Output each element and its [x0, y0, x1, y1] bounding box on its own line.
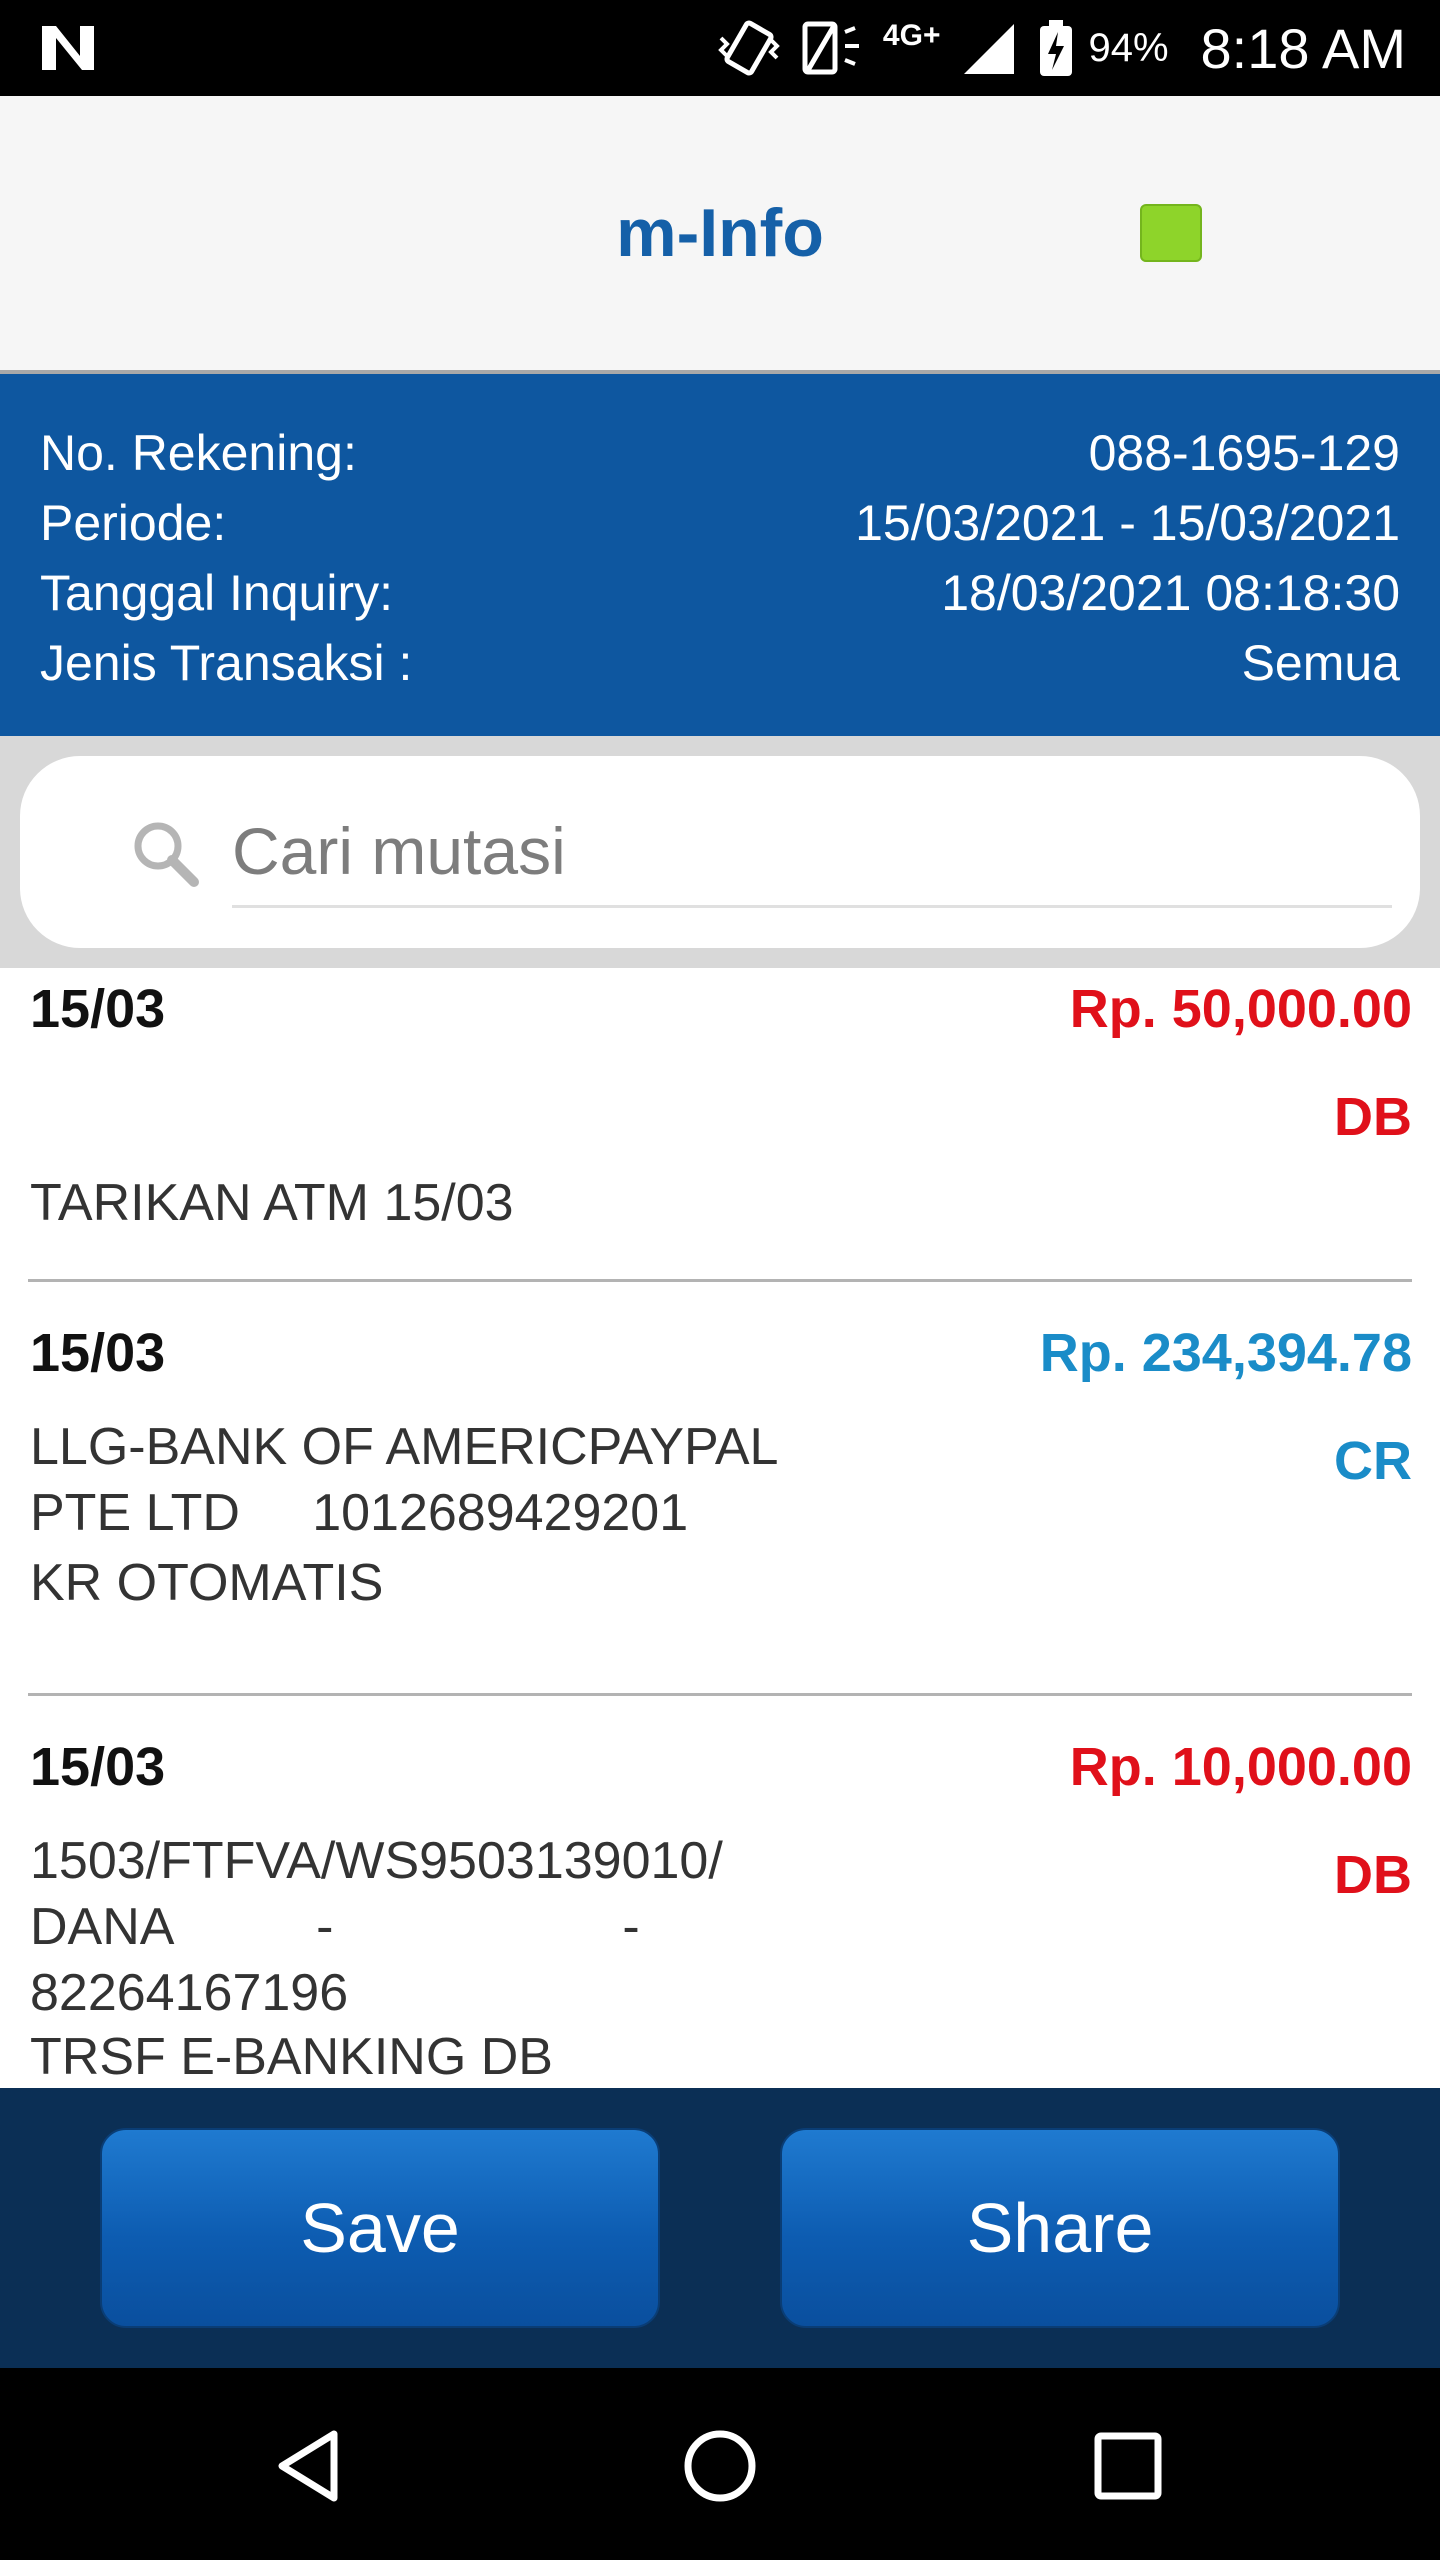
period-label: Periode:	[40, 495, 227, 551]
description-line: 82264167196	[30, 1964, 349, 2022]
description-line: 1503/FTFVA/WS9503139010/	[30, 1832, 723, 1890]
page-title: m-Info	[616, 195, 824, 271]
battery-percent: 94%	[1088, 25, 1169, 70]
transaction-type-badge: DB	[1334, 1845, 1412, 1905]
transaction-note: TRSF E-BANKING DB	[30, 2028, 553, 2086]
transaction-item[interactable]: 15/03 Rp. 50,000.00 DB TARIKAN ATM 15/03	[28, 968, 1412, 1282]
vibrate-icon	[718, 20, 780, 76]
action-bar: Save Share	[0, 2088, 1440, 2368]
description-line: DANA - -	[30, 1898, 640, 1956]
transaction-type-value: Semua	[1241, 635, 1400, 691]
transaction-item[interactable]: 15/03 Rp. 10,000.00 DB 1503/FTFVA/WS9503…	[28, 1696, 1412, 2088]
transaction-item[interactable]: 15/03 Rp. 234,394.78 CR LLG-BANK OF AMER…	[28, 1282, 1412, 1696]
transaction-type-label: Jenis Transaksi :	[40, 635, 413, 691]
account-number-label: No. Rekening:	[40, 425, 357, 481]
account-number-row: No. Rekening: 088-1695-129	[40, 418, 1400, 488]
status-bar: 4G+ 94% 8:18 AM	[0, 0, 1440, 96]
recent-apps-icon[interactable]	[1088, 2426, 1168, 2506]
no-sim-signal-icon	[802, 21, 859, 75]
notification-n-icon	[42, 26, 94, 70]
inquiry-date-label: Tanggal Inquiry:	[40, 565, 394, 621]
description-line: PTE LTD 1012689429201	[30, 1484, 689, 1542]
transaction-date: 15/03	[30, 979, 166, 1039]
description-line: LLG-BANK OF AMERICPAYPAL	[30, 1418, 779, 1476]
share-button[interactable]: Share	[780, 2128, 1340, 2328]
account-info-panel: No. Rekening: 088-1695-129 Periode: 15/0…	[0, 374, 1440, 736]
network-type: 4G+	[882, 19, 941, 52]
search-icon	[134, 822, 199, 887]
inquiry-date-value: 18/03/2021 08:18:30	[941, 565, 1400, 621]
period-value: 15/03/2021 - 15/03/2021	[855, 495, 1400, 551]
save-button[interactable]: Save	[100, 2128, 660, 2328]
transaction-type-row: Jenis Transaksi : Semua	[40, 628, 1400, 698]
transaction-type-badge: DB	[1334, 1087, 1412, 1147]
home-icon[interactable]	[680, 2426, 760, 2506]
search-box[interactable]	[20, 756, 1420, 948]
transaction-date: 15/03	[30, 1737, 166, 1797]
battery-charging-icon	[1040, 20, 1073, 76]
search-bar	[0, 736, 1440, 968]
transaction-amount: Rp. 10,000.00	[1069, 1737, 1412, 1797]
status-time: 8:18 AM	[1200, 16, 1406, 80]
status-indicator	[1140, 204, 1202, 262]
search-input[interactable]	[232, 796, 1392, 908]
signal-strength-icon	[964, 24, 1015, 74]
transaction-description: 1503/FTFVA/WS9503139010/ DANA - - 822641…	[30, 1828, 830, 2026]
transaction-amount: Rp. 50,000.00	[1069, 979, 1412, 1039]
transaction-description: LLG-BANK OF AMERICPAYPAL PTE LTD 1012689…	[30, 1414, 830, 1546]
transaction-amount: Rp. 234,394.78	[1039, 1323, 1412, 1383]
transaction-note: KR OTOMATIS	[30, 1554, 384, 1612]
transaction-type-badge: CR	[1334, 1431, 1412, 1491]
transaction-list: 15/03 Rp. 50,000.00 DB TARIKAN ATM 15/03…	[0, 968, 1440, 2088]
inquiry-date-row: Tanggal Inquiry: 18/03/2021 08:18:30	[40, 558, 1400, 628]
back-icon[interactable]	[272, 2426, 352, 2506]
period-row: Periode: 15/03/2021 - 15/03/2021	[40, 488, 1400, 558]
transaction-date: 15/03	[30, 1323, 166, 1383]
app-header: m-Info	[0, 96, 1440, 374]
transaction-description: TARIKAN ATM 15/03	[30, 1174, 514, 1232]
navigation-bar	[0, 2368, 1440, 2560]
account-number-value: 088-1695-129	[1088, 425, 1400, 481]
